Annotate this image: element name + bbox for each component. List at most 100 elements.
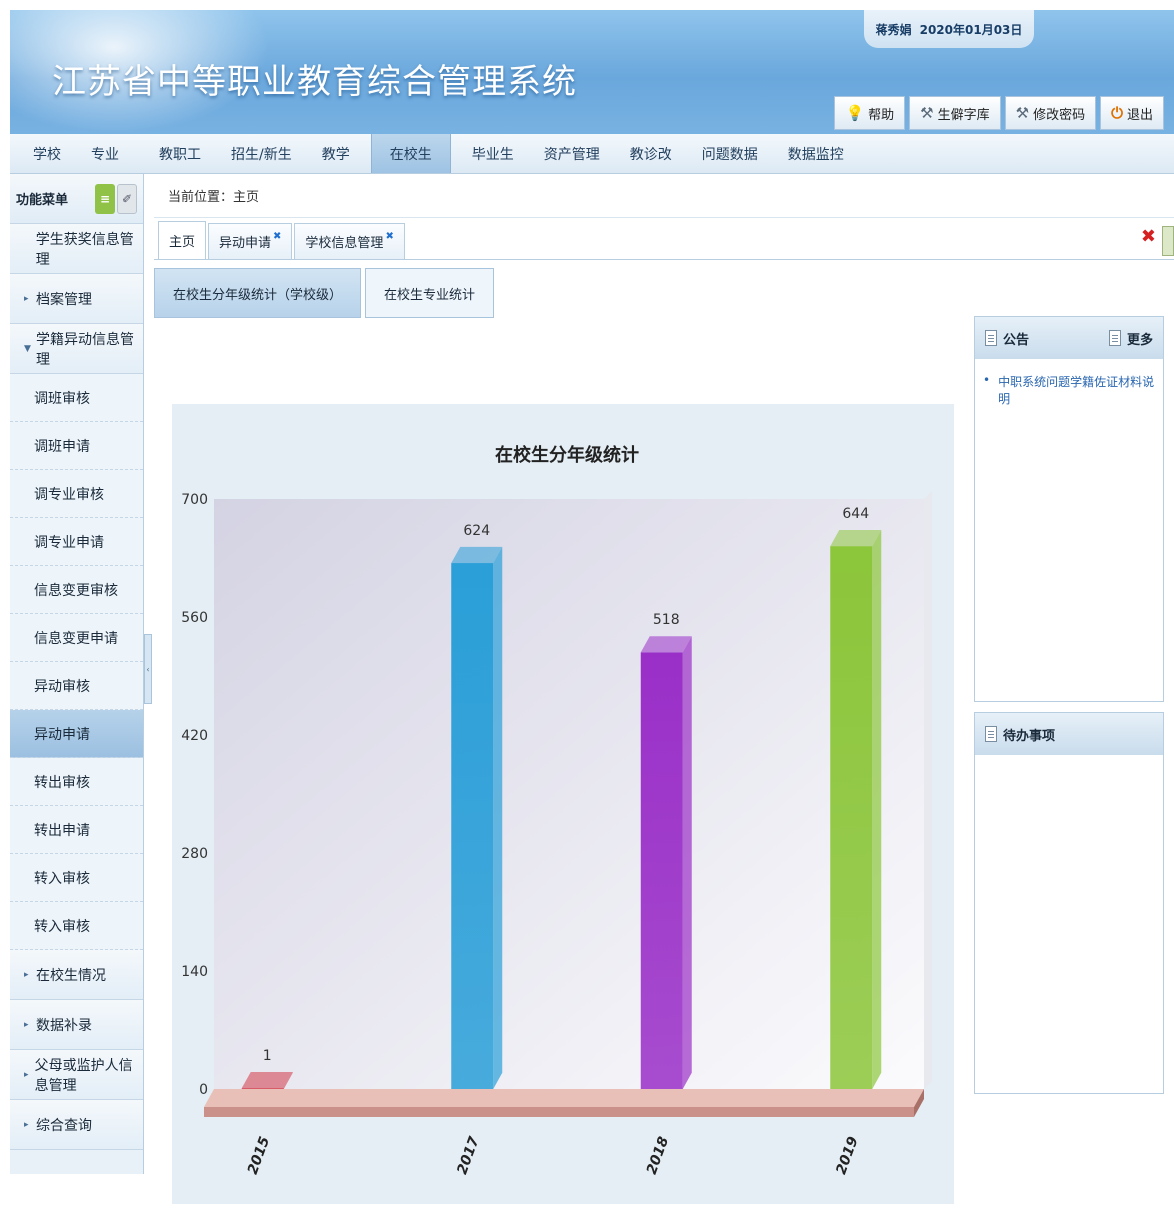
close-tab-icon[interactable]: ✖ <box>385 231 393 242</box>
breadcrumb: 当前位置：主页 <box>154 174 1174 218</box>
sidebar-menu: 学生获奖信息管理 ▸ 档案管理 ▼ 学籍异动信息管理 调班审核 调班申请 调专业审核 调专业申请… <box>10 224 143 1150</box>
tab-actions: ✖ <box>1141 226 1174 256</box>
help-button[interactable]: 💡 帮助 <box>834 96 906 130</box>
sidebar-item-3[interactable]: 调专业申请 <box>10 518 143 566</box>
bar-2015 <box>241 1088 284 1089</box>
paperclip-icon[interactable]: ✐ <box>117 183 137 214</box>
sidebar-group-label: 综合查询 <box>36 1117 92 1134</box>
close-all-icon[interactable]: ✖ <box>1141 226 1156 256</box>
nav-item-2[interactable]: 教职工 <box>144 134 216 173</box>
data-label: 518 <box>653 612 680 628</box>
tab-label: 学校信息管理 <box>305 236 384 251</box>
tab-label: 异动申请 <box>219 236 272 251</box>
change-password-button[interactable]: ⚒ 修改密码 <box>1004 96 1097 130</box>
tools-icon: ⚒ <box>920 104 934 122</box>
nav-item-8[interactable]: 教诊改 <box>615 134 687 173</box>
nav-item-6[interactable]: 毕业生 <box>457 134 529 173</box>
caret-right-icon: ▸ <box>24 1019 29 1030</box>
notice-item[interactable]: 中职系统问题学籍佐证材料说明 <box>983 373 1155 407</box>
bar-2017 <box>451 563 494 1089</box>
nav-item-4[interactable]: 教学 <box>307 134 365 173</box>
tab-label: 主页 <box>169 235 196 250</box>
sidebar-group-label: 学生获奖信息管理 <box>35 231 134 268</box>
tab-bar: 主页 异动申请 ✖ 学校信息管理 ✖ ✖ <box>154 218 1174 260</box>
data-label: 644 <box>842 506 869 522</box>
plot-side <box>924 491 932 1089</box>
nav-item-0[interactable]: 学校 <box>18 134 76 173</box>
main-area: 功能菜单 ≡ ✐ 学生获奖信息管理 ▸ 档案管理 ▼ 学籍异动信息管理 调班审核 调班申请调… <box>10 174 1174 1204</box>
todo-panel: 待办事项 <box>974 712 1164 1094</box>
notice-title: 公告 <box>1003 332 1030 348</box>
bar-2018 <box>640 652 683 1089</box>
sidebar-item-6[interactable]: 异动审核 <box>10 662 143 710</box>
content-area: 当前位置：主页 主页 异动申请 ✖ 学校信息管理 ✖ ✖ 在校生分年级统计（学校级） 在校… <box>144 174 1174 1204</box>
list-view-icon[interactable]: ≡ <box>95 183 115 214</box>
close-tab-icon[interactable]: ✖ <box>273 231 281 242</box>
y-tick-label: 420 <box>181 728 208 744</box>
notice-panel: 公告 更多 中职系统问题学籍佐证材料说明 <box>974 316 1164 702</box>
grade-stats-chart: 在校生分年级统计 0 140 280 420 560 700 1 2015 624 2017 518 2… <box>181 444 932 1177</box>
bar-side-2017 <box>493 546 503 1089</box>
sidebar-item-11[interactable]: 转入审核 <box>10 902 143 950</box>
caret-right-icon: ▸ <box>24 1119 29 1130</box>
nav-item-10[interactable]: 数据监控 <box>773 134 859 173</box>
notice-list: 中职系统问题学籍佐证材料说明 <box>975 359 1163 421</box>
bar-side-2018 <box>682 636 692 1089</box>
app-root: 江苏省中等职业教育综合管理系统 蒋秀娟 2020年01月03日 💡 帮助 ⚒ 生僻字… <box>0 0 1174 1210</box>
tab-2[interactable]: 学校信息管理 ✖ <box>294 223 405 259</box>
tab-1[interactable]: 异动申请 ✖ <box>208 223 293 259</box>
sidebar-group-status-change[interactable]: ▼ 学籍异动信息管理 <box>10 324 143 374</box>
main-nav: 学校 专业 教职工 招生/新生 教学 在校生 毕业生 资产管理 教诊改 问题数据 数据监控 <box>10 134 1174 174</box>
current-date: 2020年01月03日 <box>919 22 1023 37</box>
lightbulb-icon: 💡 <box>845 104 865 122</box>
header-toolbar: 💡 帮助 ⚒ 生僻字库 ⚒ 修改密码 ⏻ 退出 <box>834 96 1164 130</box>
nav-item-3[interactable]: 招生/新生 <box>216 134 307 173</box>
y-tick-label: 0 <box>199 1082 208 1098</box>
rare-char-button[interactable]: ⚒ 生僻字库 <box>909 96 1001 130</box>
caret-right-icon: ▸ <box>24 293 29 304</box>
sidebar-item-8[interactable]: 转出审核 <box>10 758 143 806</box>
sidebar-title: 功能菜单 <box>16 193 69 208</box>
more-link[interactable]: 更多 <box>1108 329 1153 348</box>
chart-title: 在校生分年级统计 <box>495 444 639 466</box>
sidebar-item-2[interactable]: 调专业审核 <box>10 470 143 518</box>
header-banner: 江苏省中等职业教育综合管理系统 蒋秀娟 2020年01月03日 💡 帮助 ⚒ 生僻字… <box>10 10 1174 134</box>
caret-right-icon: ▸ <box>24 1069 29 1080</box>
bar-top-2018 <box>640 636 692 653</box>
nav-item-7[interactable]: 资产管理 <box>529 134 615 173</box>
x-tick-label: 2015 <box>245 1134 273 1176</box>
sidebar-item-4[interactable]: 信息变更审核 <box>10 566 143 614</box>
tab-0[interactable]: 主页 <box>158 221 207 259</box>
power-icon: ⏻ <box>1111 104 1123 122</box>
sidebar-group-label: 档案管理 <box>36 291 92 308</box>
sidebar-item-1[interactable]: 调班申请 <box>10 422 143 470</box>
nav-item-9[interactable]: 问题数据 <box>687 134 773 173</box>
sidebar-group-bottom-1[interactable]: ▸ 数据补录 <box>10 1000 143 1050</box>
x-tick-label: 2017 <box>454 1134 482 1176</box>
right-column: 公告 更多 中职系统问题学籍佐证材料说明 待办事项 <box>974 316 1164 1104</box>
sidebar-group-archives[interactable]: ▸ 档案管理 <box>10 274 143 324</box>
sidebar-item-7[interactable]: 异动申请 <box>10 710 143 758</box>
sidebar-group-bottom-0[interactable]: ▸ 在校生情况 <box>10 950 143 1000</box>
user-info: 蒋秀娟 2020年01月03日 <box>864 10 1034 48</box>
sidebar-item-9[interactable]: 转出申请 <box>10 806 143 854</box>
data-label: 1 <box>263 1048 272 1064</box>
sidebar-group-bottom-2[interactable]: ▸ 父母或监护人信息管理 <box>10 1050 143 1100</box>
sidebar-item-10[interactable]: 转入审核 <box>10 854 143 902</box>
subtab-0[interactable]: 在校生分年级统计（学校级） <box>154 268 362 318</box>
list-icon <box>1108 330 1121 346</box>
sidebar-item-0[interactable]: 调班审核 <box>10 374 143 422</box>
nav-item-1[interactable]: 专业 <box>76 134 134 173</box>
nav-item-5[interactable]: 在校生 <box>370 134 451 173</box>
subtab-1[interactable]: 在校生专业统计 <box>365 268 495 318</box>
sidebar-group-label: 数据补录 <box>36 1017 92 1034</box>
document-icon <box>985 726 997 742</box>
sidebar-item-5[interactable]: 信息变更申请 <box>10 614 143 662</box>
system-title: 江苏省中等职业教育综合管理系统 <box>52 62 577 102</box>
sidebar-group-awards[interactable]: 学生获奖信息管理 <box>10 224 143 274</box>
sidebar-group-bottom-3[interactable]: ▸ 综合查询 <box>10 1100 143 1150</box>
y-tick-label: 140 <box>181 964 208 980</box>
logout-button[interactable]: ⏻ 退出 <box>1100 96 1164 130</box>
bar-2019 <box>830 546 873 1089</box>
page-icon[interactable] <box>1162 226 1174 256</box>
